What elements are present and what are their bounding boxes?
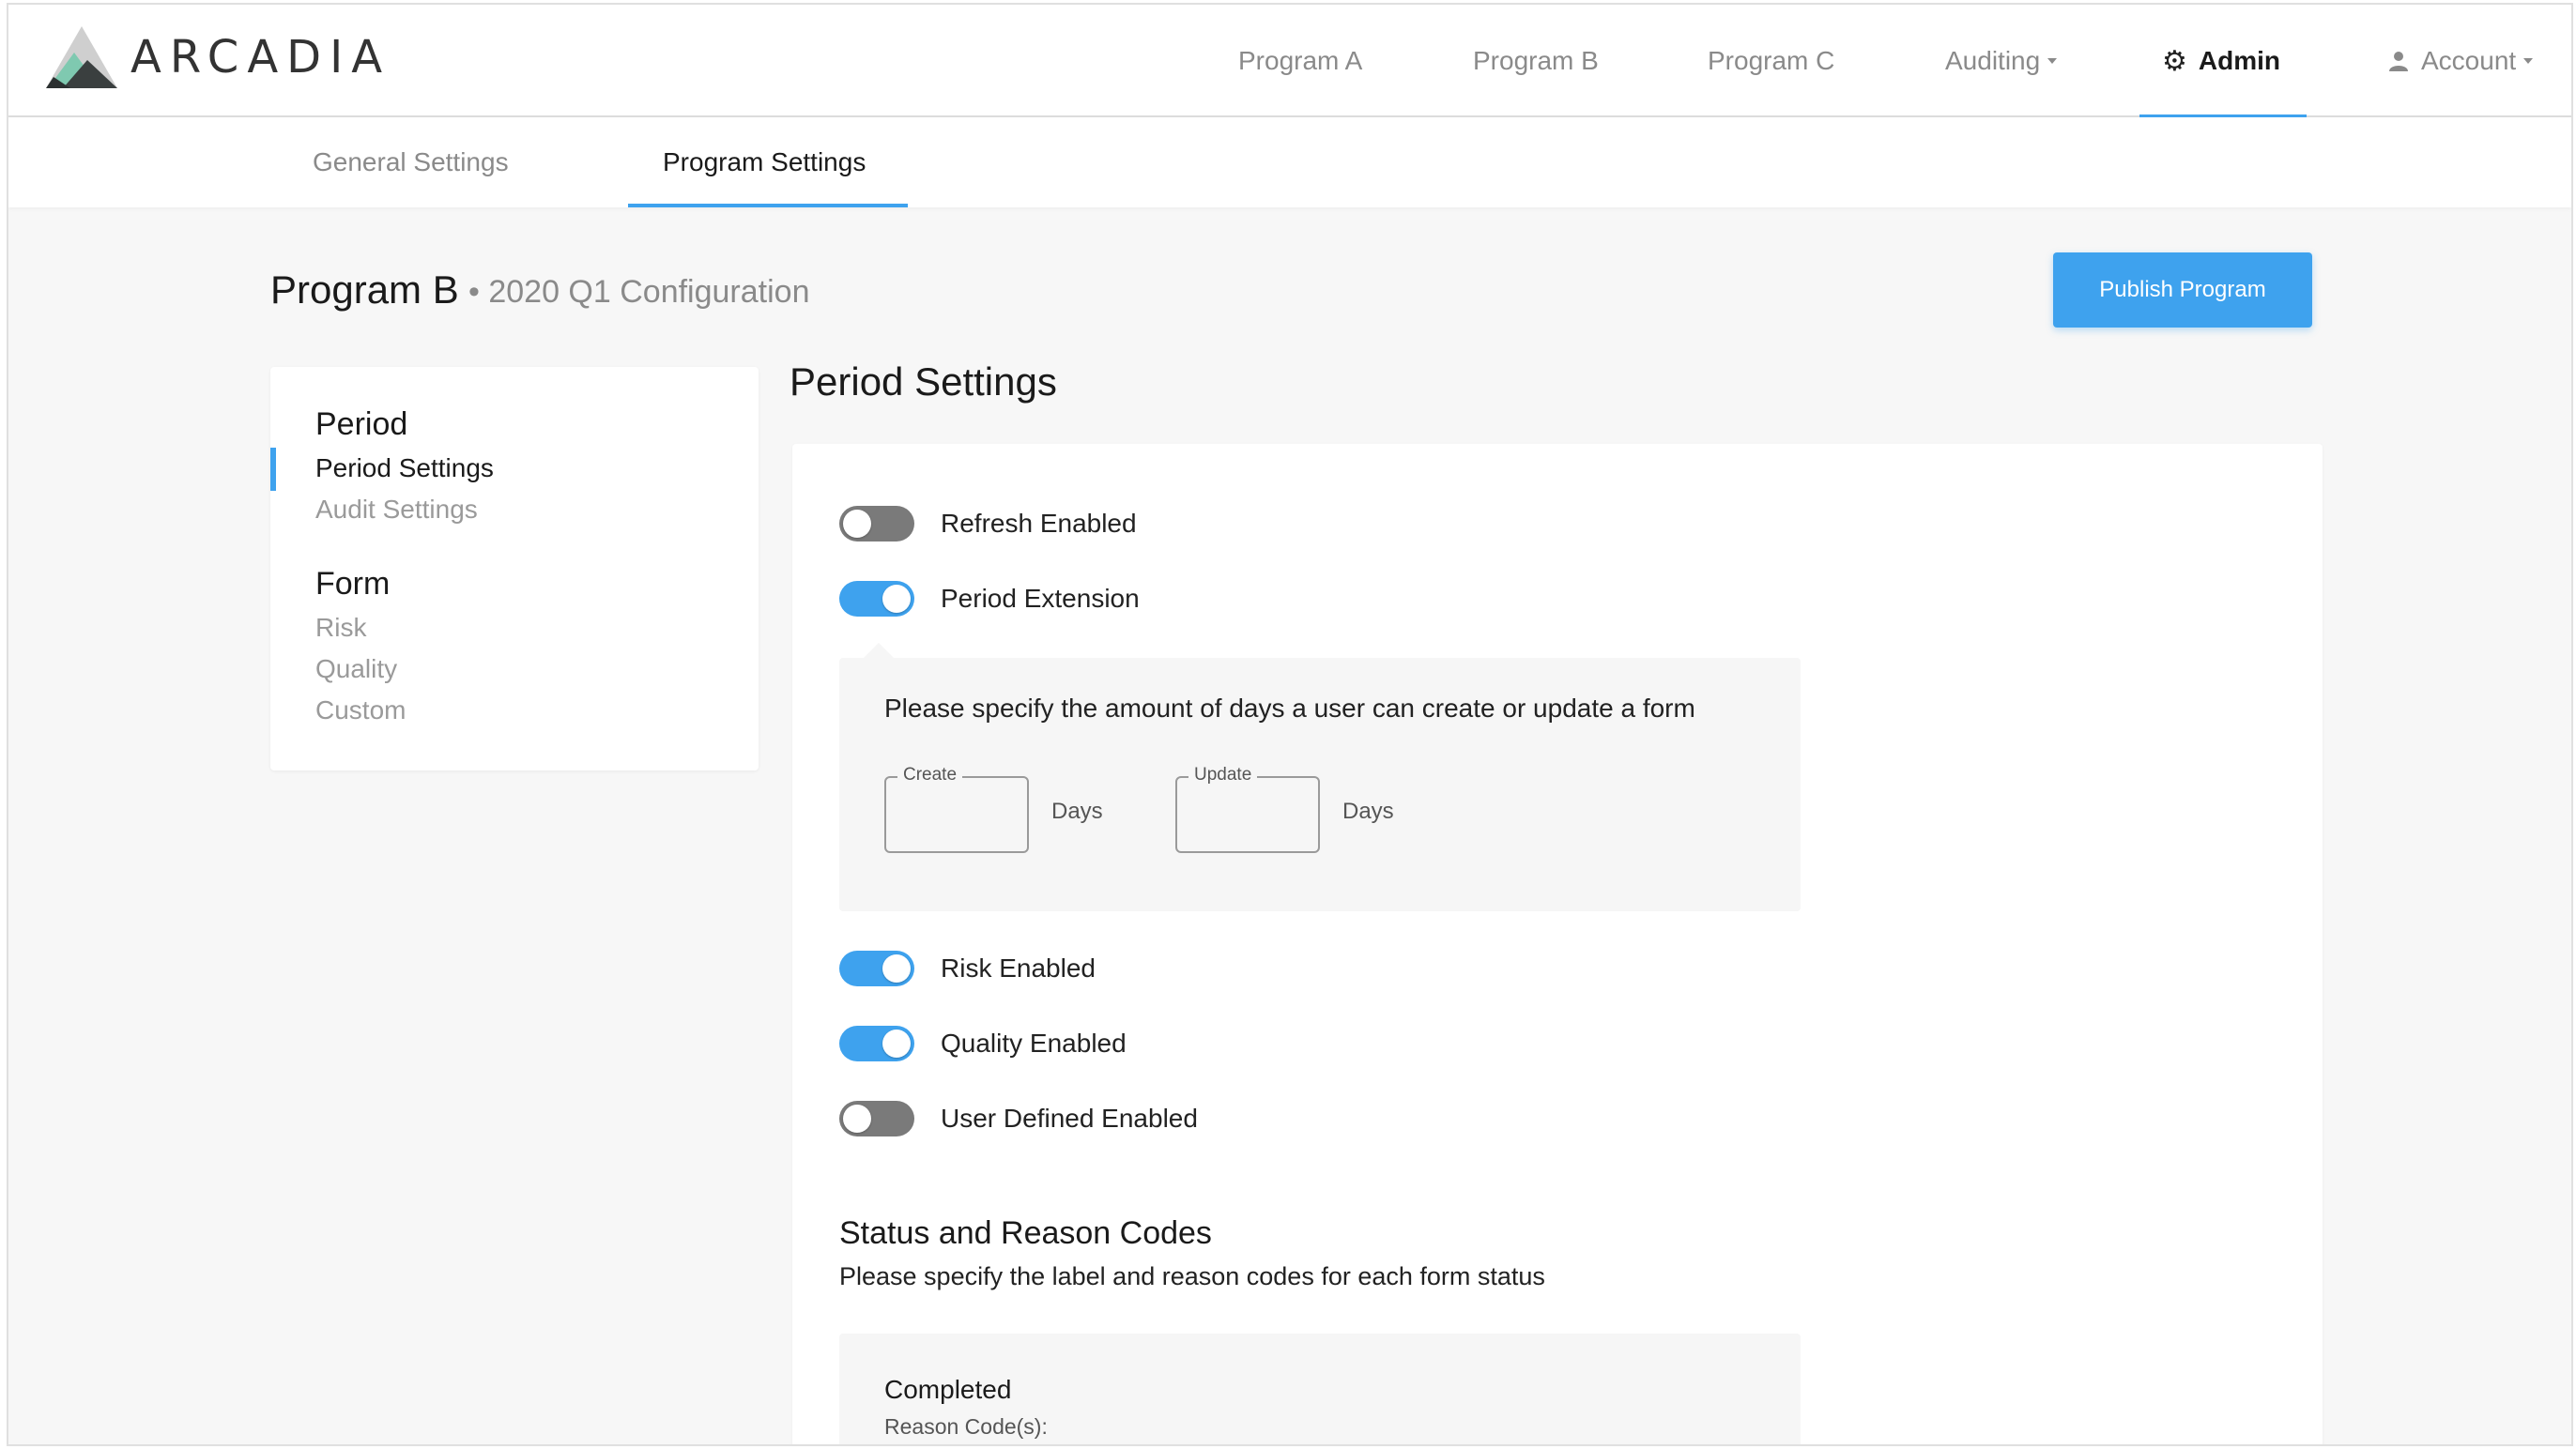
quality-enabled-toggle[interactable]: [839, 1026, 914, 1061]
period-extension-panel: Please specify the amount of days a user…: [839, 658, 1801, 911]
toggle-label: User Defined Enabled: [941, 1104, 1198, 1133]
tab-program-settings[interactable]: Program Settings: [663, 117, 866, 207]
toggle-knob: [882, 1030, 911, 1058]
toggle-row-period-extension[interactable]: Period Extension: [839, 581, 1140, 617]
app-window: ARCADIA Program A Program B Program C Au…: [7, 3, 2573, 1446]
nav-admin[interactable]: ⚙ Admin: [2162, 5, 2280, 117]
nav-program-b[interactable]: Program B: [1473, 5, 1599, 117]
toggle-label: Quality Enabled: [941, 1029, 1127, 1058]
refresh-enabled-toggle[interactable]: [839, 506, 914, 541]
nav-auditing[interactable]: Auditing: [1945, 5, 2058, 117]
publish-program-button[interactable]: Publish Program: [2053, 252, 2312, 328]
create-days-field[interactable]: Create: [884, 765, 1029, 853]
toggle-row-user-defined[interactable]: User Defined Enabled: [839, 1101, 1198, 1136]
risk-enabled-toggle[interactable]: [839, 951, 914, 986]
toggle-label: Risk Enabled: [941, 953, 1096, 983]
extension-pointer: [864, 643, 894, 658]
update-days-unit: Days: [1342, 799, 1394, 824]
sidebar-item-quality[interactable]: Quality: [315, 654, 397, 684]
page-subtitle: • 2020 Q1 Configuration: [468, 274, 810, 310]
caret-down-icon: [2047, 58, 2058, 64]
toggle-row-refresh[interactable]: Refresh Enabled: [839, 506, 1137, 541]
nav-account-label: Account: [2421, 46, 2517, 75]
user-defined-enabled-toggle[interactable]: [839, 1101, 914, 1136]
toggle-knob: [882, 585, 911, 613]
nav-admin-label: Admin: [2198, 46, 2281, 75]
toggle-knob: [882, 954, 911, 983]
nav-program-a[interactable]: Program A: [1238, 5, 1362, 117]
reason-codes-label: Reason Code(s):: [884, 1414, 1048, 1439]
toggle-knob: [843, 510, 871, 538]
create-days-unit: Days: [1051, 799, 1103, 824]
status-reason-description: Please specify the label and reason code…: [839, 1262, 1545, 1290]
nav-auditing-label: Auditing: [1945, 46, 2041, 75]
completed-status-panel: Completed Reason Code(s):: [839, 1334, 1801, 1444]
extension-instruction: Please specify the amount of days a user…: [884, 694, 1695, 723]
logo[interactable]: ARCADIA: [46, 22, 391, 93]
sidebar-item-custom[interactable]: Custom: [315, 695, 406, 725]
tab-active-indicator: [628, 204, 908, 207]
nav-program-c[interactable]: Program C: [1708, 5, 1834, 117]
period-settings-card: Refresh Enabled Period Extension Please …: [792, 444, 2323, 1444]
toggle-label: Period Extension: [941, 584, 1140, 613]
period-extension-toggle[interactable]: [839, 581, 914, 617]
toggle-row-risk[interactable]: Risk Enabled: [839, 951, 1096, 986]
toggle-label: Refresh Enabled: [941, 509, 1137, 538]
toggle-row-quality[interactable]: Quality Enabled: [839, 1026, 1127, 1061]
sidebar-item-risk[interactable]: Risk: [315, 613, 366, 643]
sidebar-item-audit-settings[interactable]: Audit Settings: [315, 495, 478, 525]
update-days-field[interactable]: Update: [1175, 765, 1320, 853]
sub-navbar: General Settings Program Settings: [8, 117, 2571, 207]
completed-status-title: Completed: [884, 1375, 1012, 1404]
page-title: Program B: [270, 267, 459, 312]
update-days-input[interactable]: [1177, 778, 1318, 851]
user-icon: [2389, 52, 2408, 71]
gear-icon: ⚙: [2162, 45, 2187, 77]
tab-general-settings[interactable]: General Settings: [313, 117, 509, 207]
caret-down-icon: [2523, 58, 2534, 64]
toggle-knob: [843, 1105, 871, 1133]
status-reason-title: Status and Reason Codes: [839, 1215, 1212, 1251]
create-days-input[interactable]: [886, 778, 1027, 851]
settings-sidebar: Period Period Settings Audit Settings Fo…: [270, 367, 759, 770]
top-navbar: ARCADIA Program A Program B Program C Au…: [8, 5, 2571, 118]
sidebar-item-period-settings[interactable]: Period Settings: [315, 453, 494, 483]
sidebar-heading-form: Form: [315, 566, 391, 602]
nav-account[interactable]: Account: [2389, 5, 2534, 117]
sidebar-heading-period: Period: [315, 406, 408, 442]
logo-text: ARCADIA: [130, 31, 391, 84]
section-title: Period Settings: [790, 359, 1057, 404]
sidebar-active-indicator: [270, 448, 276, 491]
arcadia-mountain-icon: [46, 26, 117, 88]
